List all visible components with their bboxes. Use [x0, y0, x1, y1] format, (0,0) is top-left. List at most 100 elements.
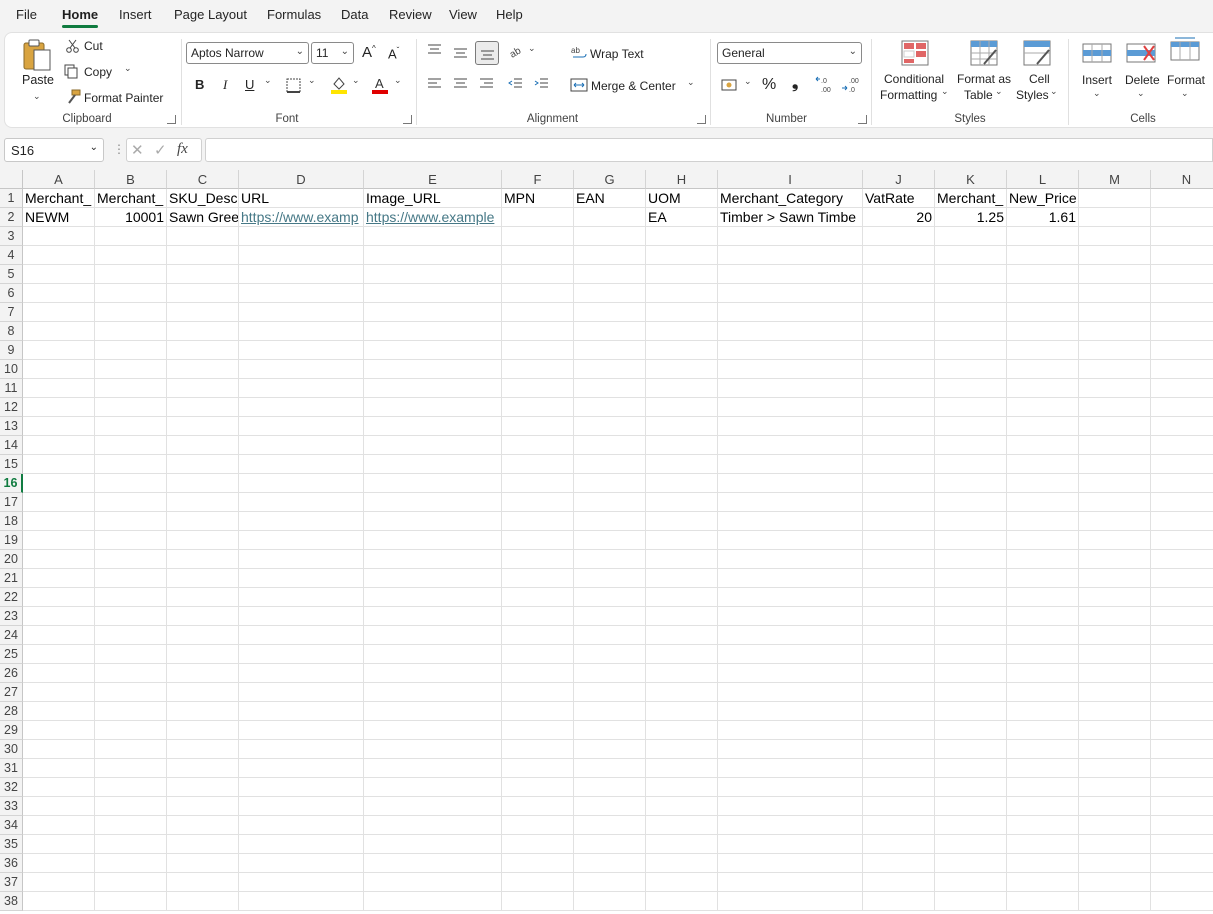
cell-m9[interactable]	[1079, 341, 1151, 360]
cell-l6[interactable]	[1007, 284, 1079, 303]
cell-e14[interactable]	[364, 436, 502, 455]
cell-f5[interactable]	[502, 265, 574, 284]
cell-b32[interactable]	[95, 778, 167, 797]
cell-n20[interactable]	[1151, 550, 1213, 569]
fill-color-chevron-icon[interactable]: ⌄	[352, 75, 360, 86]
cell-c22[interactable]	[167, 588, 239, 607]
copy-button[interactable]: Copy	[84, 65, 112, 79]
cell-styles-button-line2[interactable]: Styles	[1016, 88, 1049, 102]
cell-n38[interactable]	[1151, 892, 1213, 911]
cell-n3[interactable]	[1151, 227, 1213, 246]
font-color-icon[interactable]: A	[372, 75, 388, 95]
cell-b21[interactable]	[95, 569, 167, 588]
cell-j21[interactable]	[863, 569, 935, 588]
cell-n26[interactable]	[1151, 664, 1213, 683]
format-as-table-button[interactable]: Format as	[957, 72, 1011, 86]
cell-f17[interactable]	[502, 493, 574, 512]
cell-g2[interactable]	[574, 208, 646, 227]
cell-h38[interactable]	[646, 892, 718, 911]
cell-b17[interactable]	[95, 493, 167, 512]
row-header-27[interactable]: 27	[0, 683, 23, 702]
cell-n29[interactable]	[1151, 721, 1213, 740]
cell-a31[interactable]	[23, 759, 95, 778]
cell-h2[interactable]: EA	[646, 208, 718, 227]
tab-review[interactable]: Review	[389, 7, 432, 22]
cell-j23[interactable]	[863, 607, 935, 626]
cell-k11[interactable]	[935, 379, 1007, 398]
delete-cells-button[interactable]: Delete	[1125, 73, 1160, 87]
cell-h25[interactable]	[646, 645, 718, 664]
cell-l31[interactable]	[1007, 759, 1079, 778]
cell-j25[interactable]	[863, 645, 935, 664]
cell-h33[interactable]	[646, 797, 718, 816]
cell-c29[interactable]	[167, 721, 239, 740]
row-header-20[interactable]: 20	[0, 550, 23, 569]
cell-a26[interactable]	[23, 664, 95, 683]
cell-i28[interactable]	[718, 702, 863, 721]
cell-a23[interactable]	[23, 607, 95, 626]
cell-m1[interactable]	[1079, 189, 1151, 208]
cell-h7[interactable]	[646, 303, 718, 322]
tab-help[interactable]: Help	[496, 7, 523, 22]
cell-c30[interactable]	[167, 740, 239, 759]
cell-a18[interactable]	[23, 512, 95, 531]
column-header-j[interactable]: J	[863, 170, 935, 189]
accounting-format-icon[interactable]	[721, 78, 739, 92]
cell-c1[interactable]: SKU_Desc	[167, 189, 239, 208]
cell-l30[interactable]	[1007, 740, 1079, 759]
cell-n19[interactable]	[1151, 531, 1213, 550]
cell-i37[interactable]	[718, 873, 863, 892]
cell-d26[interactable]	[239, 664, 364, 683]
cell-j20[interactable]	[863, 550, 935, 569]
cell-b15[interactable]	[95, 455, 167, 474]
cell-m38[interactable]	[1079, 892, 1151, 911]
cell-m21[interactable]	[1079, 569, 1151, 588]
cell-e11[interactable]	[364, 379, 502, 398]
cell-l13[interactable]	[1007, 417, 1079, 436]
cell-d20[interactable]	[239, 550, 364, 569]
cell-i10[interactable]	[718, 360, 863, 379]
column-header-m[interactable]: M	[1079, 170, 1151, 189]
cell-l22[interactable]	[1007, 588, 1079, 607]
cell-b14[interactable]	[95, 436, 167, 455]
cell-j32[interactable]	[863, 778, 935, 797]
cell-h8[interactable]	[646, 322, 718, 341]
cell-k5[interactable]	[935, 265, 1007, 284]
cell-k34[interactable]	[935, 816, 1007, 835]
cell-n23[interactable]	[1151, 607, 1213, 626]
percent-button[interactable]: %	[762, 76, 776, 94]
cell-h30[interactable]	[646, 740, 718, 759]
cell-a29[interactable]	[23, 721, 95, 740]
cell-e9[interactable]	[364, 341, 502, 360]
cell-n27[interactable]	[1151, 683, 1213, 702]
cell-n21[interactable]	[1151, 569, 1213, 588]
row-header-22[interactable]: 22	[0, 588, 23, 607]
cell-i9[interactable]	[718, 341, 863, 360]
cell-b8[interactable]	[95, 322, 167, 341]
cell-d38[interactable]	[239, 892, 364, 911]
cell-h3[interactable]	[646, 227, 718, 246]
cell-n28[interactable]	[1151, 702, 1213, 721]
cell-k26[interactable]	[935, 664, 1007, 683]
cell-i16[interactable]	[718, 474, 863, 493]
cell-b11[interactable]	[95, 379, 167, 398]
cell-i17[interactable]	[718, 493, 863, 512]
cell-f35[interactable]	[502, 835, 574, 854]
cell-f27[interactable]	[502, 683, 574, 702]
cell-a38[interactable]	[23, 892, 95, 911]
cell-c20[interactable]	[167, 550, 239, 569]
cell-n37[interactable]	[1151, 873, 1213, 892]
cell-f24[interactable]	[502, 626, 574, 645]
cell-e25[interactable]	[364, 645, 502, 664]
cell-n2[interactable]	[1151, 208, 1213, 227]
format-cells-icon[interactable]	[1170, 35, 1200, 65]
cell-f33[interactable]	[502, 797, 574, 816]
cell-e23[interactable]	[364, 607, 502, 626]
column-header-d[interactable]: D	[239, 170, 364, 189]
cell-f19[interactable]	[502, 531, 574, 550]
cell-g35[interactable]	[574, 835, 646, 854]
cell-b10[interactable]	[95, 360, 167, 379]
cell-c33[interactable]	[167, 797, 239, 816]
cell-n4[interactable]	[1151, 246, 1213, 265]
shrink-font-button[interactable]: Aˇ	[388, 46, 399, 61]
